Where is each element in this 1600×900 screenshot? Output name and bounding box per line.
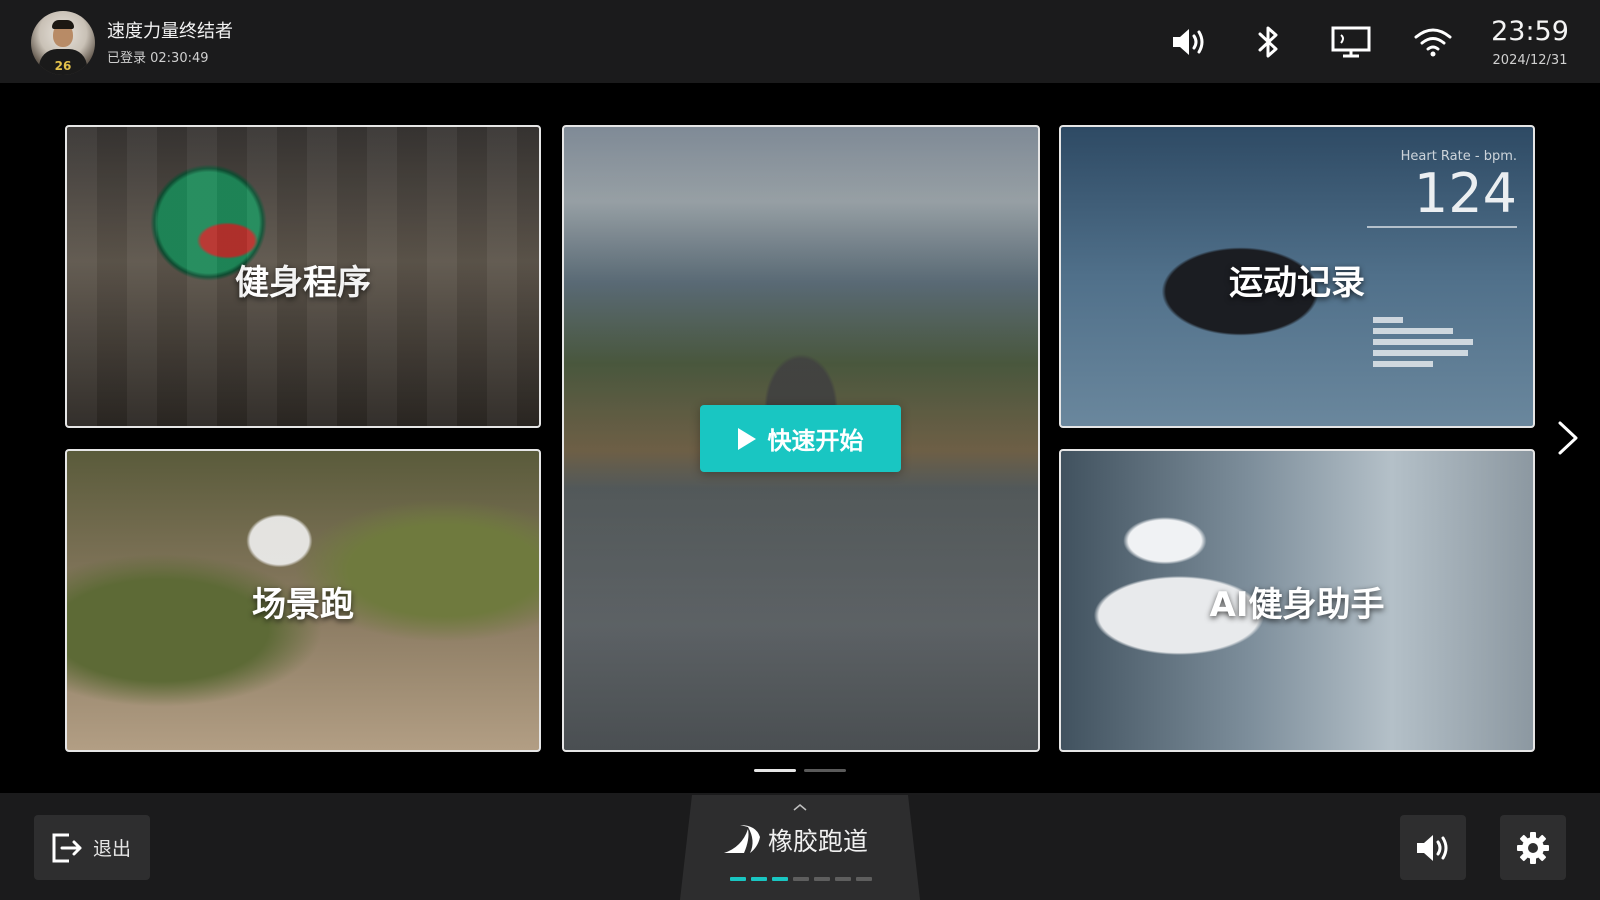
tile-workout-records[interactable]: Heart Rate - bpm. 124 运动记录 bbox=[1059, 125, 1535, 428]
quick-start-button[interactable]: 快速开始 bbox=[700, 405, 901, 472]
volume-icon bbox=[1417, 834, 1448, 861]
tile-scene-run-label: 场景跑 bbox=[252, 585, 354, 625]
tile-scene-run[interactable]: 场景跑 bbox=[65, 449, 541, 752]
mode-level-dot bbox=[730, 877, 746, 881]
exit-label: 退出 bbox=[93, 838, 132, 860]
heart-rate-underline bbox=[1367, 226, 1517, 228]
tile-fitness-program-label: 健身程序 bbox=[235, 263, 371, 303]
stats-bars-graphic bbox=[1373, 317, 1493, 372]
settings-button[interactable] bbox=[1500, 815, 1566, 880]
gear-icon bbox=[1517, 831, 1549, 864]
exit-button[interactable]: 退出 bbox=[34, 815, 150, 880]
pager-dot-2[interactable] bbox=[804, 769, 846, 772]
login-status: 已登录 02:30:49 bbox=[107, 51, 209, 66]
user-avatar[interactable]: 26 bbox=[31, 11, 95, 75]
heart-rate-readout: Heart Rate - bpm. 124 bbox=[1367, 149, 1517, 228]
running-track-icon bbox=[720, 821, 762, 855]
tile-fitness-program[interactable]: 健身程序 bbox=[65, 125, 541, 428]
user-name: 速度力量终结者 bbox=[107, 21, 233, 42]
clock-date: 2024/12/31 bbox=[1492, 53, 1568, 68]
tile-workout-records-label: 运动记录 bbox=[1229, 263, 1365, 303]
play-icon bbox=[737, 427, 756, 450]
bluetooth-icon[interactable] bbox=[1249, 22, 1289, 62]
tile-ai-assistant-label: AI健身助手 bbox=[1209, 585, 1385, 625]
mode-label: 橡胶跑道 bbox=[768, 827, 869, 856]
heart-rate-value: 124 bbox=[1413, 162, 1517, 225]
mode-level-indicator bbox=[730, 877, 872, 881]
mode-level-dot bbox=[814, 877, 830, 881]
volume-icon[interactable] bbox=[1169, 22, 1209, 62]
mode-level-dot bbox=[835, 877, 851, 881]
avatar-jersey-number: 26 bbox=[54, 59, 72, 73]
wifi-icon[interactable] bbox=[1413, 22, 1453, 62]
tile-ai-assistant[interactable]: AI健身助手 bbox=[1059, 449, 1535, 752]
display-icon[interactable] bbox=[1331, 22, 1371, 62]
chevron-up-icon[interactable] bbox=[792, 797, 808, 811]
clock-time: 23:59 bbox=[1491, 16, 1569, 47]
mode-level-dot bbox=[856, 877, 872, 881]
mode-level-dot bbox=[793, 877, 809, 881]
chevron-right-icon[interactable] bbox=[1553, 418, 1583, 458]
mode-level-dot bbox=[772, 877, 788, 881]
pager-dot-1[interactable] bbox=[754, 769, 796, 772]
avatar-hair bbox=[52, 20, 74, 29]
mode-level-dot bbox=[751, 877, 767, 881]
quick-start-label: 快速开始 bbox=[767, 427, 864, 455]
volume-button[interactable] bbox=[1400, 815, 1466, 880]
exit-icon bbox=[52, 833, 82, 862]
